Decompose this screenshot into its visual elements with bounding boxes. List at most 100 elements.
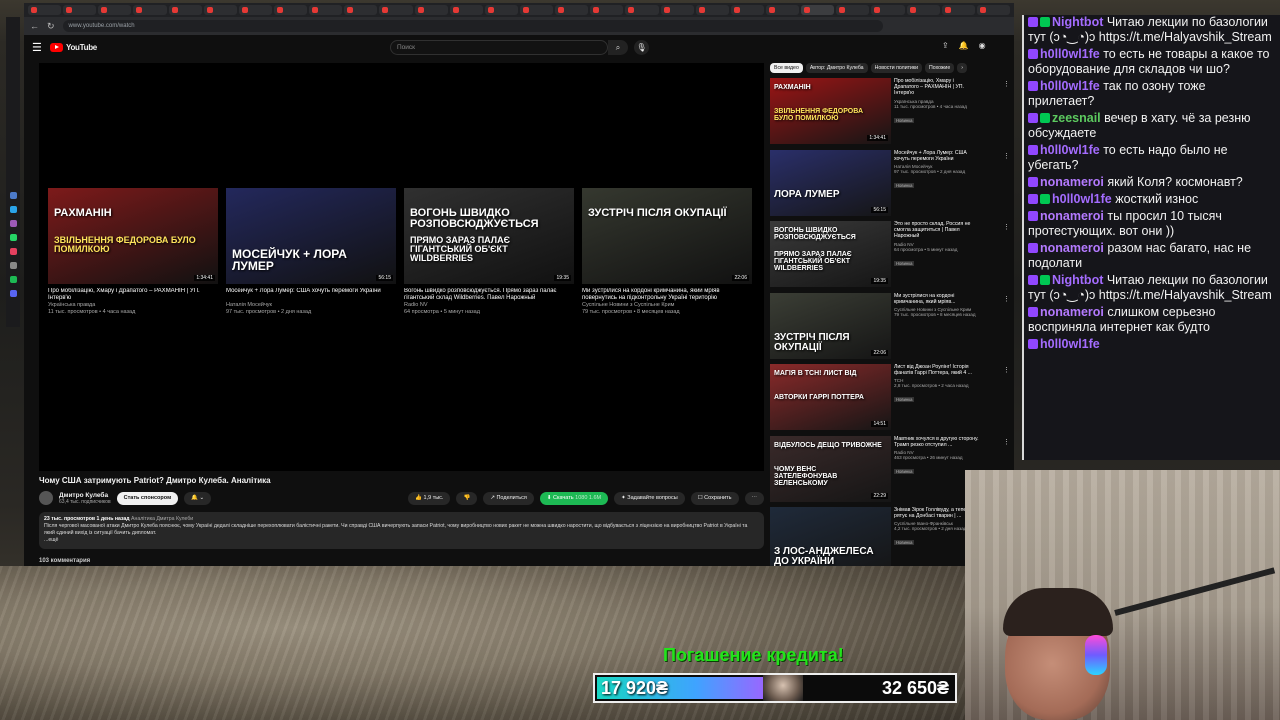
browser-tab[interactable] bbox=[238, 5, 272, 15]
browser-tab[interactable] bbox=[976, 5, 1010, 15]
chat-username[interactable]: zeesnail bbox=[1052, 111, 1101, 125]
download-button[interactable]: ⬇ Скачать 1080 1.6M bbox=[539, 491, 609, 505]
youtube-logo[interactable]: YouTube bbox=[50, 42, 97, 52]
more-options-icon[interactable]: ⋮ bbox=[1003, 80, 1010, 88]
chat-username[interactable]: nonameroi bbox=[1040, 209, 1104, 223]
search-icon[interactable]: ⌕ bbox=[608, 40, 628, 55]
browser-tab[interactable] bbox=[309, 5, 343, 15]
endcard-thumbnail[interactable]: РАХМАНІН ЗВІЛЬНЕННЯ ФЕДОРОВА БУЛО ПОМИЛКО… bbox=[48, 188, 218, 284]
recommendation-thumbnail[interactable]: МАГІЯ В ТСН! ЛИСТ ВІД АВТОРКИ ГАРРІ ПОТТЕ… bbox=[770, 364, 891, 430]
chat-username[interactable]: h0ll0wl1fe bbox=[1040, 143, 1100, 157]
chat-username[interactable]: nonameroi bbox=[1040, 305, 1104, 319]
sidebar-app-icon[interactable] bbox=[9, 206, 17, 213]
browser-tab[interactable] bbox=[941, 5, 975, 15]
sidebar-app-icon[interactable] bbox=[9, 262, 17, 269]
recommendation-item[interactable]: ЛОРА ЛУМЕР 56:15 Мосейчук + Лора Лумер: СШ… bbox=[770, 149, 1010, 216]
endcard-video[interactable]: МОСЕЙЧУК + ЛОРА ЛУМЕР 56:15 Мосейчук + Лор… bbox=[226, 188, 396, 316]
browser-tab[interactable] bbox=[730, 5, 764, 15]
browser-tab[interactable] bbox=[203, 5, 237, 15]
browser-tab[interactable] bbox=[379, 5, 413, 15]
sidebar-app-icon[interactable] bbox=[9, 220, 17, 227]
filter-chip[interactable]: Новости политики bbox=[870, 63, 923, 73]
channel-name[interactable]: Дмитро Кулеба bbox=[59, 492, 111, 499]
browser-tab[interactable] bbox=[555, 5, 589, 15]
browser-tab[interactable] bbox=[906, 5, 940, 15]
bell-icon[interactable]: 🔔 bbox=[959, 41, 969, 50]
browser-tab[interactable] bbox=[449, 5, 483, 15]
sidebar-app-icon[interactable] bbox=[9, 248, 17, 255]
endcard-video[interactable]: РАХМАНІН ЗВІЛЬНЕННЯ ФЕДОРОВА БУЛО ПОМИЛКО… bbox=[48, 188, 218, 316]
endcard-video[interactable]: ВОГОНЬ ШВИДКО РОЗПОВСЮДЖУЄТЬСЯ ПРЯМО ЗАРА… bbox=[404, 188, 574, 316]
search-input[interactable]: Поиск bbox=[390, 40, 608, 55]
recommendation-thumbnail[interactable]: РАХМАНІН ЗВІЛЬНЕННЯ ФЕДОРОВА БУЛО ПОМИЛКО… bbox=[770, 78, 891, 144]
chevron-right-icon[interactable]: › bbox=[957, 63, 967, 73]
browser-tab[interactable] bbox=[765, 5, 800, 15]
sidebar-app-icon[interactable] bbox=[9, 290, 17, 297]
browser-tab[interactable] bbox=[98, 5, 132, 15]
video-player[interactable]: РАХМАНІН ЗВІЛЬНЕННЯ ФЕДОРОВА БУЛО ПОМИЛКО… bbox=[39, 63, 764, 471]
microphone-icon[interactable]: 🎙 bbox=[634, 40, 649, 55]
sidebar-app-icon[interactable] bbox=[9, 192, 17, 199]
browser-tab[interactable] bbox=[801, 5, 835, 15]
chat-username[interactable]: h0ll0wl1fe bbox=[1040, 79, 1100, 93]
more-options-icon[interactable]: ⋮ bbox=[1003, 438, 1010, 446]
filter-chip[interactable]: Все видео bbox=[770, 63, 803, 73]
account-avatar[interactable]: ◉ bbox=[979, 41, 986, 50]
browser-tab[interactable] bbox=[168, 5, 202, 15]
browser-tab[interactable] bbox=[695, 5, 729, 15]
channel-avatar[interactable] bbox=[39, 491, 53, 505]
filter-chip[interactable]: Автор: Дмитро Кулеба bbox=[805, 63, 868, 73]
chat-username[interactable]: h0ll0wl1fe bbox=[1040, 47, 1100, 61]
browser-tab[interactable] bbox=[414, 5, 448, 15]
hamburger-menu-icon[interactable]: ☰ bbox=[32, 41, 50, 54]
video-description[interactable]: 23 тыс. просмотров 1 день назад Аналітик… bbox=[39, 512, 764, 549]
more-options-icon[interactable]: ⋮ bbox=[1003, 223, 1010, 231]
browser-tab[interactable] bbox=[625, 5, 659, 15]
recommendation-thumbnail[interactable]: ВОГОНЬ ШВИДКО РОЗПОВСЮДЖУЄТЬСЯ ПРЯМО ЗАРА… bbox=[770, 221, 891, 287]
like-button[interactable]: 👍 1,9 тыс. bbox=[408, 491, 451, 505]
sidebar-app-icon[interactable] bbox=[9, 276, 17, 283]
recommendation-item[interactable]: РАХМАНІН ЗВІЛЬНЕННЯ ФЕДОРОВА БУЛО ПОМИЛКО… bbox=[770, 78, 1010, 144]
filter-chip[interactable]: Похожие bbox=[925, 63, 955, 73]
browser-tab[interactable] bbox=[590, 5, 624, 15]
url-input[interactable]: www.youtube.com/watch bbox=[62, 20, 883, 32]
endcard-thumbnail[interactable]: ВОГОНЬ ШВИДКО РОЗПОВСЮДЖУЄТЬСЯ ПРЯМО ЗАРА… bbox=[404, 188, 574, 284]
recommendation-thumbnail[interactable]: ЗУСТРІЧ ПІСЛЯ ОКУПАЦІЇ 22:06 bbox=[770, 292, 891, 359]
browser-tab[interactable] bbox=[273, 5, 308, 15]
chat-username[interactable]: nonameroi bbox=[1040, 175, 1104, 189]
more-actions-icon[interactable]: ⋯ bbox=[744, 491, 764, 505]
chat-username[interactable]: Nightbot bbox=[1052, 273, 1103, 287]
recommendation-item[interactable]: ВОГОНЬ ШВИДКО РОЗПОВСЮДЖУЄТЬСЯ ПРЯМО ЗАРА… bbox=[770, 221, 1010, 287]
ask-button[interactable]: ✦ Задавайте вопросы bbox=[614, 491, 685, 505]
more-options-icon[interactable]: ⋮ bbox=[1003, 295, 1010, 303]
browser-tab[interactable] bbox=[660, 5, 694, 15]
sidebar-app-icon[interactable] bbox=[9, 234, 17, 241]
recommendation-item[interactable]: ЗУСТРІЧ ПІСЛЯ ОКУПАЦІЇ 22:06 Ми зустрілися… bbox=[770, 292, 1010, 359]
browser-tab[interactable] bbox=[133, 5, 167, 15]
more-options-icon[interactable]: ⋮ bbox=[1003, 152, 1010, 160]
recommendation-thumbnail[interactable]: ВІДБУЛОСЬ ДЕЩО ТРИВОЖНЕ ЧОМУ ВЕНС ЗАТЕЛЕФ… bbox=[770, 435, 891, 502]
recommendation-item[interactable]: МАГІЯ В ТСН! ЛИСТ ВІД АВТОРКИ ГАРРІ ПОТТЕ… bbox=[770, 364, 1010, 430]
browser-tab[interactable] bbox=[519, 5, 554, 15]
chat-username[interactable]: Nightbot bbox=[1052, 15, 1103, 29]
more-options-icon[interactable]: ⋮ bbox=[1003, 366, 1010, 374]
share-button[interactable]: ↗ Поделиться bbox=[483, 491, 534, 505]
notification-bell-button[interactable]: 🔔 ⌄ bbox=[184, 491, 212, 505]
browser-tab[interactable] bbox=[344, 5, 378, 15]
browser-tab[interactable] bbox=[28, 5, 62, 15]
show-more-link[interactable]: ...ещё bbox=[44, 537, 759, 544]
reload-icon[interactable]: ↻ bbox=[47, 21, 55, 32]
back-icon[interactable]: ← bbox=[30, 21, 39, 31]
upload-icon[interactable]: ⇪ bbox=[942, 41, 949, 50]
browser-tab[interactable] bbox=[63, 5, 97, 15]
sponsor-button[interactable]: Стать спонсором bbox=[116, 491, 179, 505]
endcard-thumbnail[interactable]: ЗУСТРІЧ ПІСЛЯ ОКУПАЦІЇ 22:06 bbox=[582, 188, 752, 284]
chat-username[interactable]: nonameroi bbox=[1040, 241, 1104, 255]
endcard-video[interactable]: ЗУСТРІЧ ПІСЛЯ ОКУПАЦІЇ 22:06 Ми зустрілися… bbox=[582, 188, 752, 316]
browser-tab[interactable] bbox=[484, 5, 518, 15]
dislike-button[interactable]: 👎 bbox=[456, 491, 478, 505]
recommendation-thumbnail[interactable]: ЛОРА ЛУМЕР 56:15 bbox=[770, 149, 891, 216]
browser-tab[interactable] bbox=[871, 5, 905, 15]
save-button[interactable]: ☐ Сохранить bbox=[690, 491, 739, 505]
recommendation-thumbnail[interactable]: З ЛОС-АНДЖЕЛЕСА ДО УКРАЇНИ bbox=[770, 507, 891, 566]
